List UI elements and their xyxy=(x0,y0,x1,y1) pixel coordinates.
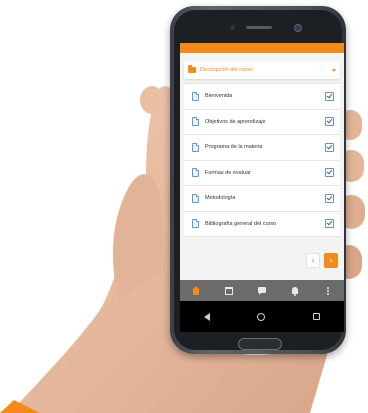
hardware-home-button[interactable] xyxy=(238,338,282,350)
proximity-sensor xyxy=(230,25,235,30)
bottom-navigation-bar xyxy=(180,280,344,301)
item-label: Bienvenida xyxy=(205,93,233,100)
list-item[interactable]: Bibliografía general del curso xyxy=(184,212,340,237)
item-label: Metodología xyxy=(205,195,236,202)
back-icon[interactable] xyxy=(203,312,210,321)
earpiece-speaker xyxy=(246,26,272,29)
checkbox-checked-icon[interactable] xyxy=(325,219,334,229)
list-item[interactable]: Formas de evaluar xyxy=(184,161,340,186)
home-icon[interactable] xyxy=(191,285,201,296)
item-label: Objetivos de aprendizaje xyxy=(205,118,266,125)
list-item[interactable]: Objetivos de aprendizaje xyxy=(184,110,340,135)
front-camera xyxy=(294,24,302,32)
section-header[interactable]: Descripción del curso xyxy=(184,61,340,79)
list-item[interactable]: Bienvenida xyxy=(184,84,340,110)
chat-icon[interactable] xyxy=(257,286,267,296)
checkbox-checked-icon[interactable] xyxy=(325,142,334,152)
document-icon xyxy=(192,193,199,203)
checkbox-checked-icon[interactable] xyxy=(325,91,334,101)
app-top-bar xyxy=(180,43,344,53)
recents-icon[interactable] xyxy=(313,313,321,320)
list-item[interactable]: Metodología xyxy=(184,186,340,212)
more-vertical-icon[interactable] xyxy=(323,286,333,296)
document-icon xyxy=(192,117,199,127)
previous-page-button[interactable]: ‹ xyxy=(306,253,320,268)
home-circle-icon[interactable] xyxy=(257,312,266,321)
activity-list: Bienvenida Objetivos de aprendizaje Prog… xyxy=(184,83,340,237)
document-icon xyxy=(192,219,199,229)
calendar-icon[interactable] xyxy=(224,286,234,296)
checkbox-checked-icon[interactable] xyxy=(325,193,334,203)
section-title: Descripción del curso xyxy=(200,67,253,73)
list-item[interactable]: Programa de la materia xyxy=(184,135,340,161)
document-icon xyxy=(192,142,199,152)
bell-icon[interactable] xyxy=(290,286,300,296)
item-label: Bibliografía general del curso xyxy=(205,220,277,227)
scene: Descripción del curso Bienvenida Objetiv… xyxy=(0,0,368,413)
checkbox-checked-icon[interactable] xyxy=(325,117,334,127)
checkbox-checked-icon[interactable] xyxy=(325,168,334,178)
next-page-button[interactable]: › xyxy=(324,253,338,268)
pager: ‹ › xyxy=(306,253,338,268)
smartphone: Descripción del curso Bienvenida Objetiv… xyxy=(170,6,346,354)
document-icon xyxy=(192,91,199,101)
caret-down-icon[interactable] xyxy=(332,68,336,72)
folder-icon xyxy=(188,65,196,73)
android-navigation-bar xyxy=(180,301,344,332)
app-screen: Descripción del curso Bienvenida Objetiv… xyxy=(180,43,344,332)
item-label: Programa de la materia xyxy=(205,144,263,151)
document-icon xyxy=(192,168,199,178)
item-label: Formas de evaluar xyxy=(205,169,251,176)
phone-bezel: Descripción del curso Bienvenida Objetiv… xyxy=(174,10,344,350)
